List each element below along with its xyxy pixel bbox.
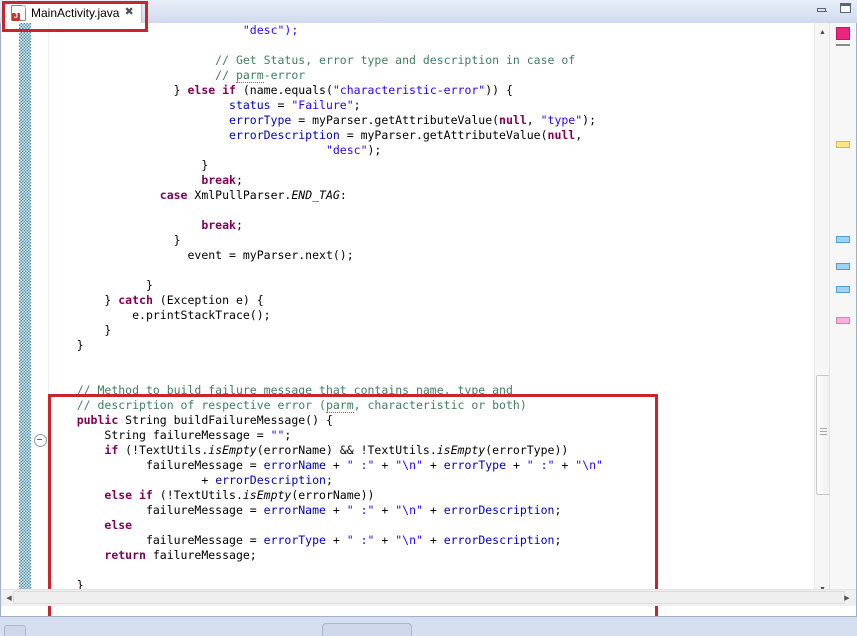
code-line: } — [49, 158, 809, 173]
editor-tab-mainactivity[interactable]: MainActivity.java ✖ — [4, 1, 142, 23]
code-line: if (!TextUtils.isEmpty(errorName) && !Te… — [49, 443, 809, 458]
code-line: else — [49, 518, 809, 533]
view-stub-center[interactable] — [322, 623, 412, 636]
horizontal-scroll-track[interactable] — [13, 591, 845, 604]
code-line: // description of respective error (parm… — [49, 398, 809, 413]
info-marker-2[interactable] — [836, 263, 850, 270]
scroll-right-icon[interactable]: ▶ — [841, 590, 853, 605]
maximize-button[interactable] — [840, 3, 851, 13]
info-marker-3[interactable] — [836, 286, 850, 293]
code-line: case XmlPullParser.END_TAG: — [49, 188, 809, 203]
code-line: e.printStackTrace(); — [49, 308, 809, 323]
info-marker-1[interactable] — [836, 236, 850, 243]
code-line — [49, 353, 809, 368]
vertical-scrollbar[interactable]: ▲ ▼ — [814, 23, 830, 601]
code-line: } catch (Exception e) { — [49, 293, 809, 308]
editor-tab-label: MainActivity.java — [31, 6, 119, 20]
code-line: String failureMessage = ""; — [49, 428, 809, 443]
code-line — [49, 368, 809, 383]
code-line: } — [49, 233, 809, 248]
code-line: public String buildFailureMessage() { — [49, 413, 809, 428]
minimize-button[interactable] — [818, 4, 827, 12]
warning-marker[interactable] — [836, 141, 850, 148]
horizontal-scrollbar[interactable]: ◀ ▶ — [1, 589, 857, 606]
changed-lines-indicator — [19, 23, 31, 601]
error-marker[interactable] — [836, 27, 850, 40]
view-stub-left[interactable] — [4, 625, 26, 636]
code-line: // Get Status, error type and descriptio… — [49, 53, 809, 68]
code-line — [49, 263, 809, 278]
source-code-text[interactable]: "desc"); // Get Status, error type and d… — [49, 23, 809, 601]
code-line: } — [49, 338, 809, 353]
code-line: } else if (name.equals("characteristic-e… — [49, 83, 809, 98]
code-line: failureMessage = errorType + " :" + "\n"… — [49, 533, 809, 548]
code-line: failureMessage = errorName + " :" + "\n"… — [49, 458, 809, 473]
bottom-chrome — [0, 617, 857, 635]
code-line: } — [49, 323, 809, 338]
code-line: "desc"); — [49, 23, 809, 38]
code-line: "desc"); — [49, 143, 809, 158]
code-line: // parm-error — [49, 68, 809, 83]
code-line: failureMessage = errorName + " :" + "\n"… — [49, 503, 809, 518]
code-line: // Method to build failure message that … — [49, 383, 809, 398]
code-line — [49, 203, 809, 218]
code-line — [49, 563, 809, 578]
code-line: return failureMessage; — [49, 548, 809, 563]
overview-ruler[interactable] — [829, 23, 856, 601]
ruler-separator — [836, 44, 850, 46]
collapse-method-icon[interactable] — [34, 434, 47, 447]
code-line: } — [49, 278, 809, 293]
code-line: break; — [49, 218, 809, 233]
java-file-icon — [11, 5, 26, 21]
code-line: + errorDescription; — [49, 473, 809, 488]
scroll-up-icon[interactable]: ▲ — [815, 25, 830, 40]
close-icon[interactable]: ✖ — [124, 7, 133, 18]
code-line: break; — [49, 173, 809, 188]
editor-tab-bar: MainActivity.java ✖ — [0, 0, 857, 23]
code-line: event = myParser.next(); — [49, 248, 809, 263]
code-line: errorDescription = myParser.getAttribute… — [49, 128, 809, 143]
eclipse-editor-window: MainActivity.java ✖ "desc"); // Get Stat… — [0, 0, 857, 635]
code-line: status = "Failure"; — [49, 98, 809, 113]
code-editor-area[interactable]: "desc"); // Get Status, error type and d… — [0, 23, 857, 617]
code-line — [49, 38, 809, 53]
window-controls — [818, 3, 851, 13]
folding-margin[interactable] — [31, 23, 49, 601]
code-line: errorType = myParser.getAttributeValue(n… — [49, 113, 809, 128]
code-line: else if (!TextUtils.isEmpty(errorName)) — [49, 488, 809, 503]
task-marker[interactable] — [836, 317, 850, 324]
scroll-thumb-grip-icon — [820, 428, 827, 435]
